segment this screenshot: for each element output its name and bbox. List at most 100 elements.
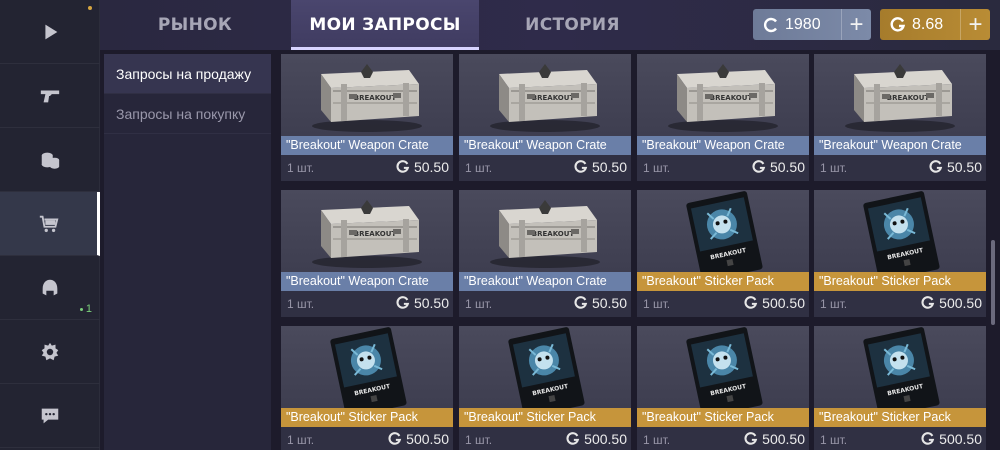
item-price: 500.50 bbox=[388, 431, 449, 447]
item-footer: 1 шт. 500.50 bbox=[637, 427, 809, 450]
play-button[interactable] bbox=[0, 0, 100, 64]
silver-amount: 1980 bbox=[785, 15, 821, 33]
friends-button[interactable]: 1 bbox=[0, 256, 100, 320]
subnav-sell-requests[interactable]: Запросы на продажу bbox=[104, 54, 271, 94]
chat-icon bbox=[41, 408, 59, 423]
tab-market[interactable]: РЫНОК bbox=[100, 0, 290, 50]
requests-subnav: Запросы на продажу Запросы на покупку bbox=[104, 54, 271, 450]
item-name: "Breakout" Sticker Pack bbox=[459, 408, 631, 427]
silver-coin-icon bbox=[764, 17, 777, 32]
request-card[interactable]: BREAKOUT "Breakout" Sticker Pack 1 шт. 5… bbox=[281, 326, 453, 450]
market-button[interactable] bbox=[0, 192, 100, 256]
item-footer: 1 шт. 50.50 bbox=[814, 155, 986, 181]
item-price: 500.50 bbox=[566, 431, 627, 447]
item-price-value: 50.50 bbox=[769, 159, 805, 175]
weapon-crate-image: BREAKOUT bbox=[459, 190, 631, 272]
item-price-value: 50.50 bbox=[591, 295, 627, 311]
gold-coin-icon bbox=[752, 160, 766, 173]
side-rail: 1 bbox=[0, 0, 100, 450]
svg-text:BREAKOUT: BREAKOUT bbox=[532, 94, 575, 102]
item-price: 50.50 bbox=[574, 159, 627, 175]
item-price-value: 50.50 bbox=[413, 295, 449, 311]
item-price-value: 50.50 bbox=[946, 159, 982, 175]
item-price-value: 500.50 bbox=[762, 431, 805, 447]
item-price-value: 500.50 bbox=[939, 295, 982, 311]
sticker-pack-image: BREAKOUT bbox=[281, 326, 453, 408]
silver-balance: 1980 + bbox=[753, 9, 871, 40]
item-quantity: 1 шт. bbox=[465, 433, 493, 447]
item-name: "Breakout" Weapon Crate bbox=[459, 272, 631, 291]
item-price-value: 500.50 bbox=[406, 431, 449, 447]
gold-coin-icon bbox=[890, 16, 906, 32]
item-price-value: 500.50 bbox=[939, 431, 982, 447]
request-card[interactable]: BREAKOUT "Breakout" Weapon Crate 1 шт. 5… bbox=[814, 54, 986, 181]
item-name: "Breakout" Weapon Crate bbox=[637, 136, 809, 155]
item-quantity: 1 шт. bbox=[820, 433, 848, 447]
request-card[interactable]: BREAKOUT "Breakout" Weapon Crate 1 шт. 5… bbox=[459, 54, 631, 181]
request-card[interactable]: BREAKOUT "Breakout" Weapon Crate 1 шт. 5… bbox=[637, 54, 809, 181]
sticker-pack-image: BREAKOUT bbox=[637, 326, 809, 408]
item-footer: 1 шт. 500.50 bbox=[459, 427, 631, 450]
item-price: 50.50 bbox=[396, 159, 449, 175]
cart-icon bbox=[39, 215, 58, 232]
item-footer: 1 шт. 50.50 bbox=[459, 291, 631, 317]
chat-button[interactable] bbox=[0, 384, 100, 448]
tab-my-requests[interactable]: МОИ ЗАПРОСЫ bbox=[291, 0, 479, 50]
svg-text:BREAKOUT: BREAKOUT bbox=[887, 94, 930, 102]
svg-text:BREAKOUT: BREAKOUT bbox=[710, 94, 753, 102]
weapon-crate-image: BREAKOUT bbox=[281, 190, 453, 272]
grid-scrollbar[interactable] bbox=[991, 240, 995, 325]
weapon-crate-image: BREAKOUT bbox=[281, 54, 453, 136]
tab-history[interactable]: ИСТОРИЯ bbox=[480, 0, 665, 50]
item-footer: 1 шт. 500.50 bbox=[637, 291, 809, 317]
item-footer: 1 шт. 50.50 bbox=[281, 155, 453, 181]
item-name: "Breakout" Sticker Pack bbox=[637, 408, 809, 427]
item-price-value: 500.50 bbox=[762, 295, 805, 311]
subnav-buy-requests[interactable]: Запросы на покупку bbox=[104, 94, 271, 134]
pistol-icon bbox=[40, 90, 60, 102]
helmet-icon bbox=[42, 279, 58, 295]
request-card[interactable]: BREAKOUT "Breakout" Sticker Pack 1 шт. 5… bbox=[637, 190, 809, 317]
item-footer: 1 шт. 50.50 bbox=[637, 155, 809, 181]
svg-text:BREAKOUT: BREAKOUT bbox=[354, 230, 397, 238]
requests-grid: BREAKOUT "Breakout" Weapon Crate 1 шт. 5… bbox=[271, 50, 990, 450]
item-footer: 1 шт. 50.50 bbox=[281, 291, 453, 317]
item-quantity: 1 шт. bbox=[820, 161, 848, 175]
item-footer: 1 шт. 500.50 bbox=[814, 427, 986, 450]
gold-coin-icon bbox=[744, 432, 758, 445]
gold-coin-icon bbox=[921, 296, 935, 309]
sticker-pack-image: BREAKOUT bbox=[637, 190, 809, 272]
item-name: "Breakout" Sticker Pack bbox=[814, 408, 986, 427]
item-name: "Breakout" Weapon Crate bbox=[459, 136, 631, 155]
item-price: 500.50 bbox=[921, 295, 982, 311]
settings-button[interactable] bbox=[0, 320, 100, 384]
weapons-button[interactable] bbox=[0, 64, 100, 128]
request-card[interactable]: BREAKOUT "Breakout" Sticker Pack 1 шт. 5… bbox=[814, 190, 986, 317]
item-footer: 1 шт. 500.50 bbox=[814, 291, 986, 317]
item-name: "Breakout" Weapon Crate bbox=[281, 272, 453, 291]
gold-coin-icon bbox=[396, 296, 410, 309]
request-card[interactable]: BREAKOUT "Breakout" Weapon Crate 1 шт. 5… bbox=[281, 190, 453, 317]
svg-text:BREAKOUT: BREAKOUT bbox=[354, 94, 397, 102]
request-card[interactable]: BREAKOUT "Breakout" Weapon Crate 1 шт. 5… bbox=[281, 54, 453, 181]
request-card[interactable]: BREAKOUT "Breakout" Sticker Pack 1 шт. 5… bbox=[637, 326, 809, 450]
gear-icon bbox=[41, 342, 59, 360]
request-card[interactable]: BREAKOUT "Breakout" Weapon Crate 1 шт. 5… bbox=[459, 190, 631, 317]
add-silver-button[interactable]: + bbox=[841, 9, 871, 40]
sticker-pack-image: BREAKOUT bbox=[459, 326, 631, 408]
item-price-value: 500.50 bbox=[584, 431, 627, 447]
request-card[interactable]: BREAKOUT "Breakout" Sticker Pack 1 шт. 5… bbox=[459, 326, 631, 450]
item-price: 50.50 bbox=[574, 295, 627, 311]
friends-online-badge: 1 bbox=[79, 303, 92, 315]
item-quantity: 1 шт. bbox=[465, 297, 493, 311]
gold-amount: 8.68 bbox=[912, 15, 944, 33]
add-gold-button[interactable]: + bbox=[960, 9, 990, 40]
request-card[interactable]: BREAKOUT "Breakout" Sticker Pack 1 шт. 5… bbox=[814, 326, 986, 450]
weapon-crate-image: BREAKOUT bbox=[637, 54, 809, 136]
inventory-button[interactable] bbox=[0, 128, 100, 192]
sticker-pack-image: BREAKOUT bbox=[814, 326, 986, 408]
sticker-pack-image: BREAKOUT bbox=[814, 190, 986, 272]
item-quantity: 1 шт. bbox=[287, 161, 315, 175]
gold-coin-icon bbox=[574, 296, 588, 309]
notification-dot bbox=[88, 6, 92, 10]
